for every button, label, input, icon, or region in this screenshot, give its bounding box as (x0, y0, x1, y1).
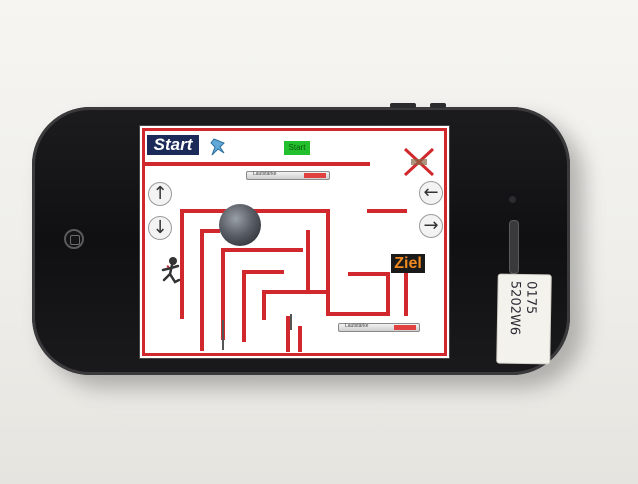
mute-switch (430, 103, 446, 108)
maze-wall (221, 248, 303, 252)
maze-wall (326, 312, 388, 316)
spike-trap (290, 314, 292, 330)
maze-wall (404, 272, 408, 316)
maze-wall (386, 272, 390, 316)
metal-ball[interactable] (219, 204, 261, 246)
arrow-down-icon: ↓ (152, 217, 168, 238)
maze-wall (306, 230, 310, 294)
maze-wall (326, 209, 330, 315)
maze-wall (262, 290, 328, 294)
home-button[interactable] (64, 229, 84, 249)
maze-wall (200, 229, 204, 351)
maze-wall (262, 290, 266, 320)
pin-icon (210, 138, 225, 156)
arrow-left-icon: ← (423, 182, 439, 203)
close-x-icon[interactable] (401, 145, 437, 179)
maze-wall (142, 162, 370, 166)
volume-slider-bottom[interactable]: Lautstärke (338, 323, 420, 332)
green-badge[interactable]: Start (284, 141, 310, 155)
volume-slider-fill (304, 173, 326, 178)
arrow-down-button[interactable]: ↓ (148, 216, 172, 240)
volume-slider-label: Lautstärke (253, 171, 277, 177)
start-label: Start (147, 135, 199, 155)
volume-button (390, 103, 416, 108)
maze-wall (367, 209, 407, 213)
runner-figure (161, 257, 181, 284)
spike-trap (222, 320, 224, 350)
arrow-up-button[interactable]: ↑ (148, 182, 172, 206)
maze-wall (242, 270, 246, 342)
label-sticker: 0175 5202W6 (496, 273, 552, 365)
arrow-right-icon: → (423, 215, 439, 236)
arrow-right-button[interactable]: → (419, 214, 443, 238)
maze-wall (298, 326, 302, 352)
sticker-line-2: 5202W6 (506, 280, 523, 336)
maze-wall (242, 270, 284, 274)
volume-slider-label: Lautstärke (345, 323, 369, 329)
arrow-left-button[interactable]: ← (419, 181, 443, 205)
sticker-line-1: 0175 (523, 280, 539, 315)
maze-wall (348, 272, 390, 276)
front-camera (509, 196, 516, 203)
goal-label: Ziel (391, 254, 425, 273)
volume-slider-fill (394, 325, 416, 330)
arrow-up-icon: ↑ (152, 183, 168, 204)
speaker-grille (509, 220, 519, 274)
volume-slider-top[interactable]: Lautstärke (246, 171, 330, 180)
maze-wall (200, 229, 220, 233)
